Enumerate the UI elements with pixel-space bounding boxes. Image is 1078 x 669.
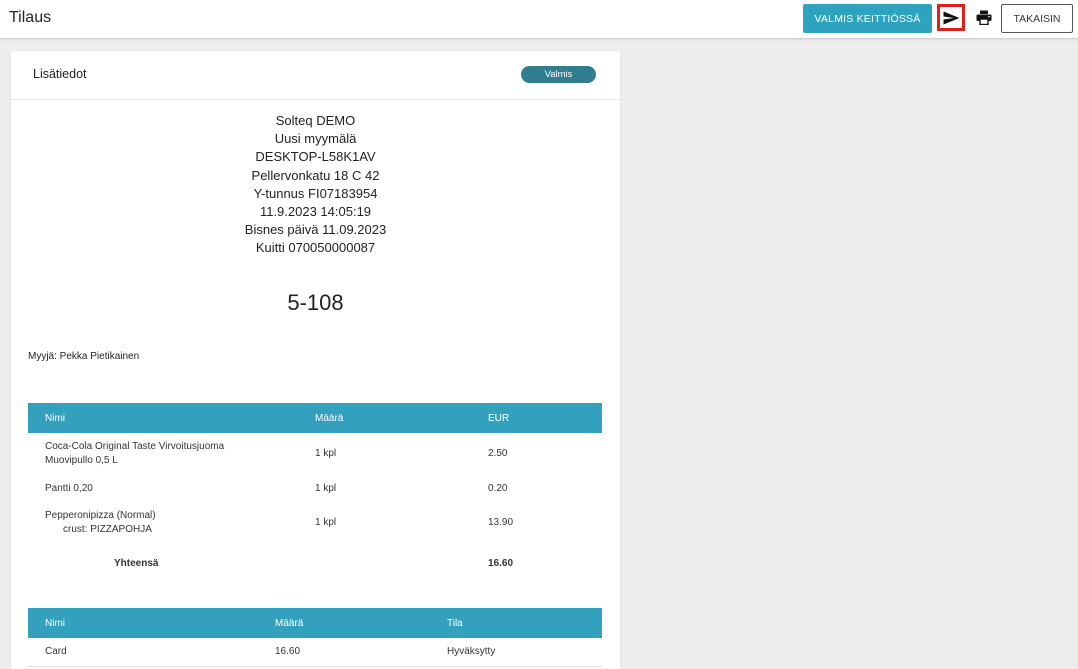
card-header: Lisätiedot Valmis bbox=[11, 51, 620, 100]
card-title: Lisätiedot bbox=[33, 67, 87, 81]
items-table: Nimi Määrä EUR Coca-Cola Original Taste … bbox=[28, 403, 602, 585]
item-quantity: 1 kpl bbox=[315, 517, 337, 528]
item-name: Pepperonipizza (Normal) crust: PIZZAPOHJ… bbox=[28, 503, 315, 543]
total-label: Yhteensä bbox=[114, 558, 159, 569]
details-card: Lisätiedot Valmis Solteq DEMO Uusi myymä… bbox=[11, 51, 620, 669]
table-header-row: Nimi Määrä Tila bbox=[28, 608, 602, 638]
receipt-line: Bisnes päivä 11.09.2023 bbox=[244, 222, 387, 238]
send-icon bbox=[943, 11, 959, 24]
table-row: Pepperonipizza (Normal) crust: PIZZAPOHJ… bbox=[28, 503, 602, 543]
column-header-quantity: Määrä bbox=[315, 403, 488, 433]
item-name-line: Muovipullo 0,5 L bbox=[45, 454, 118, 466]
item-quantity: 1 kpl bbox=[315, 447, 337, 459]
table-row: Coca-Cola Original Taste Virvoitusjuoma … bbox=[28, 433, 602, 474]
column-header-name: Nimi bbox=[28, 403, 315, 433]
ready-in-kitchen-button[interactable]: VALMIS KEITTIÖSSÄ bbox=[803, 4, 932, 33]
receipt-line: Kuitti 070050000087 bbox=[255, 240, 376, 256]
receipt-header: Solteq DEMO Uusi myymälä DESKTOP-L58K1AV… bbox=[11, 112, 620, 258]
item-price: 2.50 bbox=[488, 447, 508, 459]
total-row: Yhteensä 16.60 bbox=[28, 543, 602, 585]
status-badge: Valmis bbox=[521, 66, 596, 83]
receipt-line: Y-tunnus FI07183954 bbox=[253, 185, 378, 201]
receipt-line: Pellervonkatu 18 C 42 bbox=[251, 167, 380, 183]
item-name-line: Coca-Cola Original Taste Virvoitusjuoma bbox=[45, 440, 225, 452]
table-row: Pantti 0,20 1 kpl 0.20 bbox=[28, 474, 602, 503]
item-name-line: Pepperonipizza (Normal) bbox=[45, 510, 156, 521]
column-header-name: Nimi bbox=[28, 608, 275, 638]
back-button[interactable]: TAKAISIN bbox=[1001, 4, 1073, 33]
top-bar: Tilaus VALMIS KEITTIÖSSÄ TAKAISIN bbox=[0, 0, 1078, 39]
item-price: 0.20 bbox=[488, 482, 508, 494]
item-name: Pantti 0,20 bbox=[45, 482, 93, 494]
column-header-amount: Määrä bbox=[275, 608, 447, 638]
table-row: Card 16.60 Hyväksytty bbox=[28, 638, 602, 667]
item-name: Coca-Cola Original Taste Virvoitusjuoma … bbox=[28, 433, 315, 474]
send-button[interactable] bbox=[937, 4, 965, 31]
column-header-status: Tila bbox=[447, 608, 602, 638]
receipt-line: Uusi myymälä bbox=[274, 131, 357, 147]
item-modifier: crust: PIZZAPOHJA bbox=[63, 524, 152, 535]
receipt-line: DESKTOP-L58K1AV bbox=[255, 149, 376, 165]
printer-icon bbox=[976, 10, 992, 25]
print-button[interactable] bbox=[970, 4, 998, 31]
receipt-line: 11.9.2023 14:05:19 bbox=[259, 204, 372, 220]
payment-status: Hyväksytty bbox=[447, 638, 602, 667]
receipt-line: Solteq DEMO bbox=[275, 113, 356, 128]
item-price: 13.90 bbox=[488, 517, 514, 528]
seller-name: Myyjä: Pekka Pietikainen bbox=[28, 351, 140, 362]
order-number: 5-108 bbox=[287, 290, 344, 315]
total-spacer bbox=[315, 543, 488, 585]
table-header-row: Nimi Määrä EUR bbox=[28, 403, 602, 433]
payments-table: Nimi Määrä Tila Card 16.60 Hyväksytty bbox=[28, 608, 602, 667]
page-title: Tilaus bbox=[9, 9, 52, 26]
total-value: 16.60 bbox=[488, 558, 514, 569]
item-quantity: 1 kpl bbox=[315, 482, 337, 494]
column-header-eur: EUR bbox=[488, 403, 602, 433]
payment-amount: 16.60 bbox=[275, 638, 447, 667]
payment-name: Card bbox=[28, 638, 275, 667]
